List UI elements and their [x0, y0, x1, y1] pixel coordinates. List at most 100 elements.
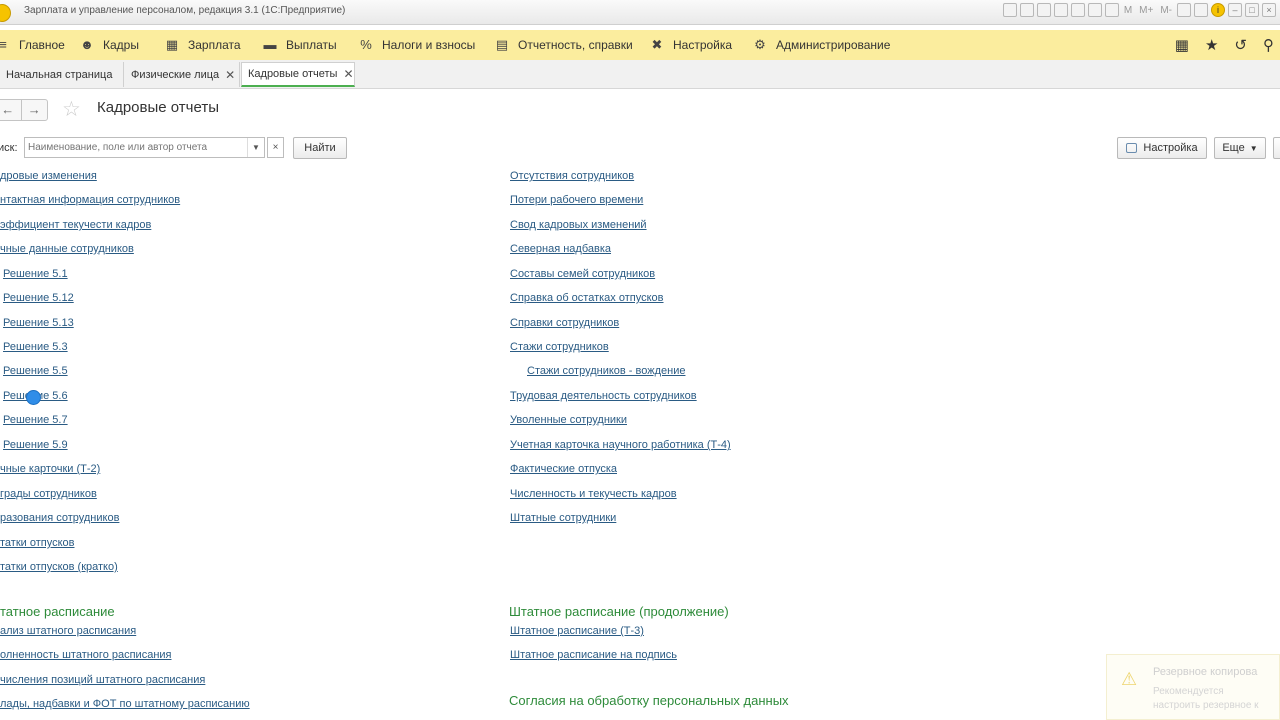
find-button[interactable]: Найти: [293, 137, 347, 159]
star-icon[interactable]: ★: [1205, 36, 1218, 54]
section-heading-consents: Согласия на обработку персональных данны…: [509, 693, 789, 708]
report-link[interactable]: Численность и текучесть кадров: [510, 488, 677, 500]
tab-individuals[interactable]: Физические лица ✕: [125, 62, 240, 87]
report-link[interactable]: грады сотрудников: [0, 488, 97, 500]
reports-icon: ▤: [495, 37, 509, 52]
report-link[interactable]: Штатные сотрудники: [510, 512, 616, 524]
save-icon[interactable]: [1002, 3, 1017, 17]
calculator-icon: ▦: [165, 37, 179, 52]
report-link[interactable]: лады, надбавки и ФОТ по штатному расписа…: [0, 698, 250, 710]
backup-notification[interactable]: ⚠ Резервное копирова Рекомендуется настр…: [1106, 654, 1280, 720]
close-icon[interactable]: ✕: [343, 67, 353, 81]
report-link[interactable]: чные данные сотрудников: [0, 243, 134, 255]
notification-title: Резервное копирова: [1153, 666, 1258, 678]
report-link[interactable]: Уволенные сотрудники: [510, 414, 627, 426]
minimize-icon[interactable]: –: [1228, 3, 1242, 17]
report-link[interactable]: Справка об остатках отпусков: [510, 292, 664, 304]
report-link[interactable]: Решение 5.9: [3, 439, 68, 451]
settings-button[interactable]: Настройка: [1117, 137, 1207, 159]
report-link[interactable]: Штатное расписание на подпись: [510, 649, 677, 661]
dropdown-arrow-icon[interactable]: ▼: [247, 138, 264, 157]
maximize-icon[interactable]: □: [1245, 3, 1259, 17]
report-link[interactable]: чные карточки (Т-2): [0, 463, 100, 475]
report-link[interactable]: Решение 5.7: [3, 414, 68, 426]
report-link[interactable]: Стажи сотрудников: [510, 341, 609, 353]
zoom-icon[interactable]: [1177, 3, 1191, 17]
menu-item-payments[interactable]: ▬ Выплаты: [263, 30, 337, 60]
tab-label: Кадровые отчеты: [248, 68, 338, 80]
percent-icon: %: [360, 37, 372, 52]
report-link[interactable]: Штатное расписание (Т-3): [510, 625, 644, 637]
menu-item-reporting[interactable]: ▤ Отчетность, справки: [495, 30, 633, 60]
forward-arrow-icon[interactable]: →: [22, 100, 48, 120]
menu-item-label: Зарплата: [188, 38, 241, 52]
calculator-tool-icon[interactable]: [1087, 3, 1102, 17]
settings-icon: [1126, 143, 1138, 153]
favorites-add-icon[interactable]: [1053, 3, 1068, 17]
report-link[interactable]: татки отпусков (кратко): [0, 561, 118, 573]
panels-icon[interactable]: [1194, 3, 1208, 17]
report-link[interactable]: Свод кадровых изменений: [510, 219, 647, 231]
report-link[interactable]: Решение 5.5: [3, 365, 68, 377]
clear-search-button[interactable]: ×: [267, 137, 284, 158]
search-input[interactable]: [25, 138, 251, 157]
help-button[interactable]: [1273, 137, 1280, 159]
print-icon[interactable]: [1019, 3, 1034, 17]
report-link[interactable]: разования сотрудников: [0, 512, 119, 524]
back-arrow-icon[interactable]: ←: [0, 100, 22, 120]
calendar-icon[interactable]: [1104, 3, 1119, 17]
search-icon[interactable]: ⚲: [1263, 36, 1274, 54]
memory-plus-button[interactable]: M+: [1137, 5, 1155, 16]
report-link[interactable]: Северная надбавка: [510, 243, 611, 255]
report-link[interactable]: Отсутствия сотрудников: [510, 170, 634, 182]
grid-icon[interactable]: ▦: [1175, 36, 1189, 54]
report-link[interactable]: Справки сотрудников: [510, 317, 619, 329]
report-link[interactable]: дровые изменения: [0, 170, 97, 182]
menu-item-taxes[interactable]: % Налоги и взносы: [359, 30, 475, 60]
report-link[interactable]: Учетная карточка научного работника (Т-4…: [510, 439, 731, 451]
report-link[interactable]: Решение 5.1: [3, 268, 68, 280]
report-link[interactable]: татки отпусков: [0, 537, 75, 549]
menu-item-label: Администрирование: [776, 38, 891, 52]
report-link[interactable]: Решение 5.3: [3, 341, 68, 353]
close-window-icon[interactable]: ×: [1262, 3, 1276, 17]
wrench-icon: ✖: [651, 37, 663, 52]
report-link[interactable]: эффициент текучести кадров: [0, 219, 151, 231]
link-icon[interactable]: [1070, 3, 1085, 17]
memory-button[interactable]: M: [1122, 5, 1134, 16]
report-link[interactable]: Составы семей сотрудников: [510, 268, 655, 280]
report-link[interactable]: олненность штатного расписания: [0, 649, 172, 661]
report-link-nested[interactable]: Стажи сотрудников - вождение: [527, 365, 685, 377]
favorite-star-icon[interactable]: ☆: [62, 97, 81, 122]
window-title: Зарплата и управление персоналом, редакц…: [24, 5, 346, 16]
menu-item-salary[interactable]: ▦ Зарплата: [165, 30, 241, 60]
settings-button-label: Настройка: [1143, 142, 1198, 154]
section-heading-staffing-continued: Штатное расписание (продолжение): [509, 604, 729, 619]
report-link[interactable]: числения позиций штатного расписания: [0, 674, 205, 686]
close-icon[interactable]: ✕: [225, 68, 235, 82]
menu-item-settings[interactable]: ✖ Настройка: [650, 30, 733, 60]
section-heading-staffing: татное расписание: [0, 604, 115, 619]
menu-item-main[interactable]: ≡ Главное: [0, 30, 65, 60]
main-menu-bar: ≡ Главное ☻ Кадры ▦ Зарплата ▬ Выплаты %…: [0, 30, 1280, 61]
app-logo-icon[interactable]: [0, 4, 11, 22]
report-link[interactable]: Решение 5.13: [3, 317, 74, 329]
tab-home-page[interactable]: Начальная страница: [0, 62, 124, 87]
menu-item-label: Налоги и взносы: [382, 38, 476, 52]
report-link[interactable]: Трудовая деятельность сотрудников: [510, 390, 697, 402]
tab-hr-reports[interactable]: Кадровые отчеты ✕: [241, 62, 355, 87]
report-link[interactable]: нтактная информация сотрудников: [0, 194, 180, 206]
report-link[interactable]: Потери рабочего времени: [510, 194, 643, 206]
more-button[interactable]: Еще ▼: [1214, 137, 1266, 159]
menu-item-label: Главное: [19, 38, 65, 52]
info-icon[interactable]: i: [1211, 3, 1225, 17]
memory-minus-button[interactable]: M-: [1158, 5, 1174, 16]
history-icon[interactable]: ↺: [1234, 36, 1247, 54]
menu-item-personnel[interactable]: ☻ Кадры: [80, 30, 139, 60]
search-field[interactable]: ▼: [24, 137, 265, 158]
report-link[interactable]: Фактические отпуска: [510, 463, 617, 475]
menu-item-administration[interactable]: ⚙ Администрирование: [753, 30, 890, 60]
report-link[interactable]: ализ штатного расписания: [0, 625, 136, 637]
preview-icon[interactable]: [1036, 3, 1051, 17]
report-link[interactable]: Решение 5.12: [3, 292, 74, 304]
